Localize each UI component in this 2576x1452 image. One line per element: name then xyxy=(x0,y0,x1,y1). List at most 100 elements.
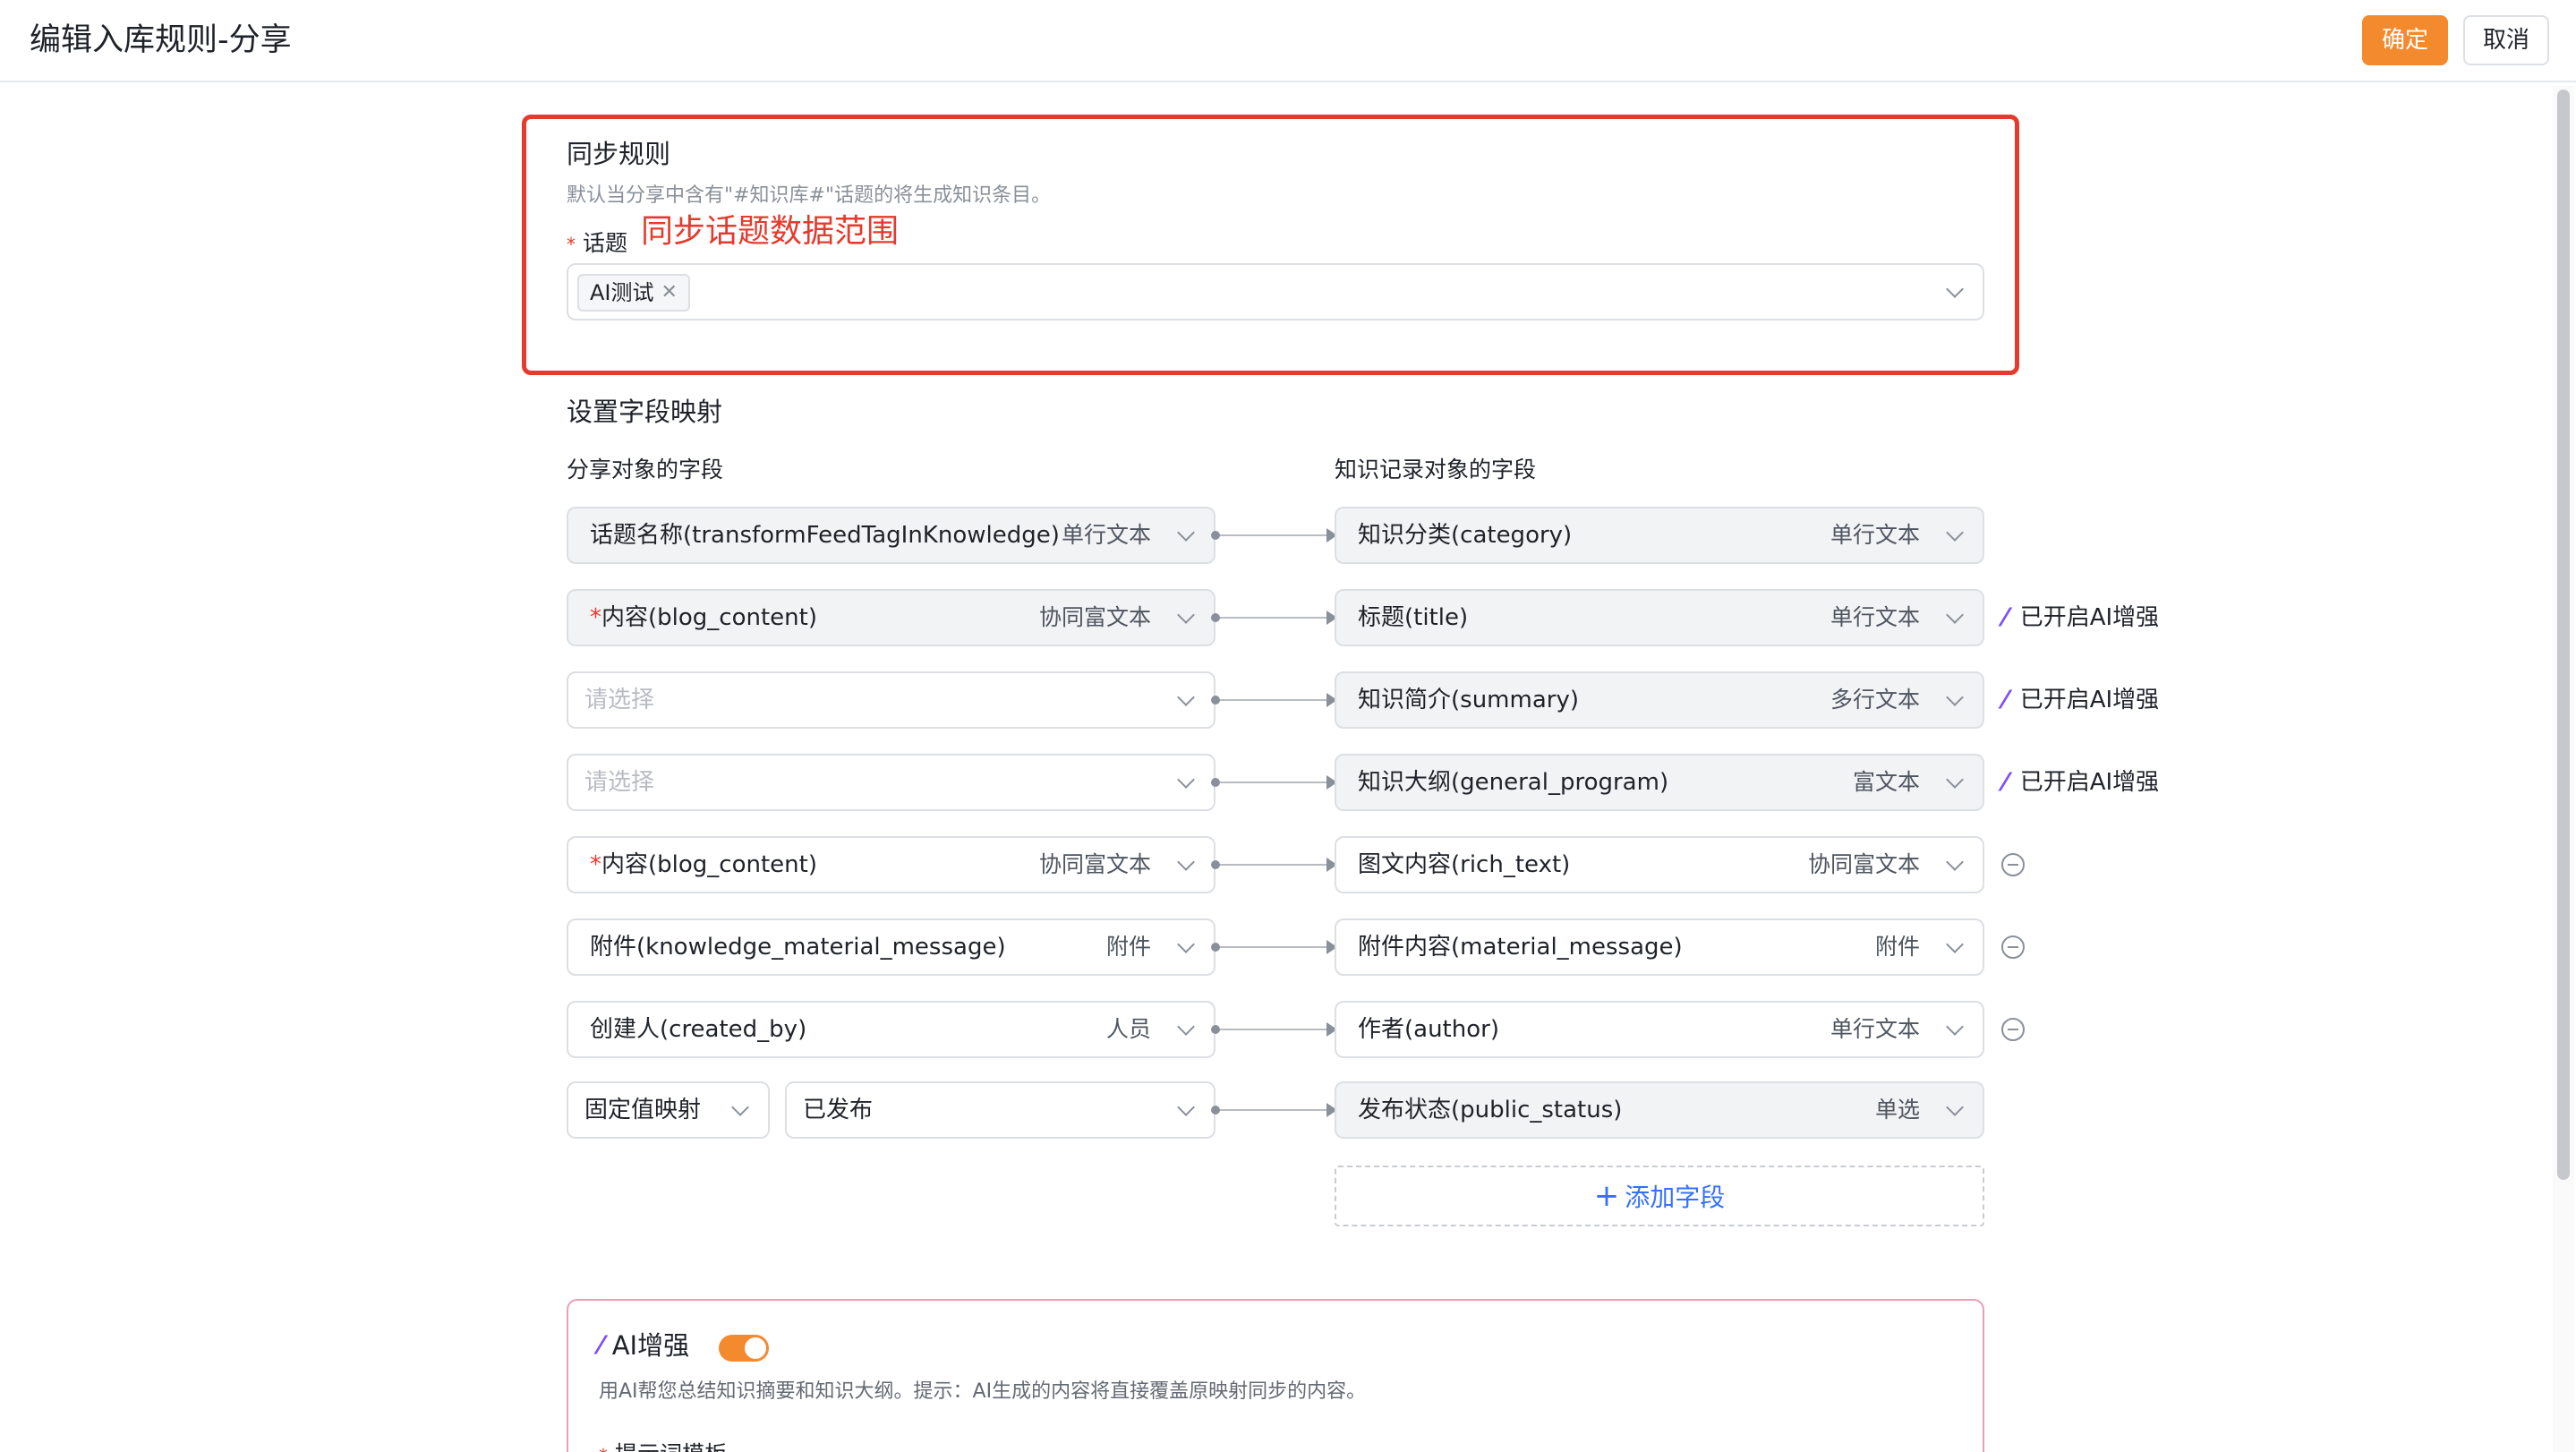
target-field-type: 附件 xyxy=(1874,934,1920,960)
connector-dot xyxy=(1211,860,1220,869)
source-fields-header: 分享对象的字段 xyxy=(567,457,724,483)
connector-dot xyxy=(1211,613,1220,622)
mapping-connector xyxy=(1211,693,1337,707)
target-field-type: 富文本 xyxy=(1852,769,1920,795)
chevron-down-icon xyxy=(1177,606,1195,624)
topic-tag: AI测试 ✕ xyxy=(577,274,690,312)
connector-dot xyxy=(1211,531,1220,540)
mapping-mode-select[interactable]: 固定值映射 xyxy=(567,1081,770,1139)
ai-sparkle-icon: ⁄ xyxy=(2003,767,2008,797)
chevron-down-icon xyxy=(1177,853,1195,871)
topic-select[interactable]: AI测试 ✕ xyxy=(567,263,1984,320)
target-field-select[interactable]: 图文内容(rich_text) 协同富文本 xyxy=(1335,836,1984,893)
ai-enhance-title: ⁄ AI增强 xyxy=(599,1328,689,1363)
topic-annotation: 同步话题数据范围 xyxy=(641,213,900,250)
target-field-name: 知识大纲(general_program) xyxy=(1358,769,1669,796)
ai-enhanced-note: ⁄ 已开启AI增强 xyxy=(2003,764,2159,800)
fixed-value-select[interactable]: 已发布 xyxy=(785,1081,1215,1139)
source-field-type: 单行文本 xyxy=(1061,522,1151,548)
target-field-select[interactable]: 附件内容(material_message) 附件 xyxy=(1335,918,1984,976)
required-mark: * xyxy=(567,234,576,255)
required-mark: * xyxy=(590,604,601,631)
ai-enhance-toggle[interactable] xyxy=(719,1335,769,1362)
remove-row-icon[interactable] xyxy=(2001,935,2025,959)
target-field-type: 多行文本 xyxy=(1830,687,1920,713)
required-mark: * xyxy=(599,1445,608,1452)
ai-enhance-description: 用AI帮您总结知识摘要和知识大纲。提示：AI生成的内容将直接覆盖原映射同步的内容… xyxy=(599,1380,1367,1403)
ai-enhanced-text: 已开启AI增强 xyxy=(2019,769,2160,796)
confirm-button[interactable]: 确定 xyxy=(2362,15,2448,65)
prompt-template-label-text: 提示词模板 xyxy=(615,1441,727,1452)
source-field-name: 话题名称(transformFeedTagInKnowledge) xyxy=(590,508,1060,562)
source-field-select[interactable]: *内容(blog_content) 协同富文本 xyxy=(567,589,1215,646)
target-field-select[interactable]: 作者(author) 单行文本 xyxy=(1335,1001,1984,1058)
source-field-name-text: 附件(knowledge_material_message) xyxy=(590,934,1006,961)
chevron-down-icon xyxy=(1946,688,1964,706)
target-field-name: 知识简介(summary) xyxy=(1358,687,1579,713)
target-field-select[interactable]: 标题(title) 单行文本 xyxy=(1335,589,1984,646)
source-field-name-text: 创建人(created_by) xyxy=(590,1016,807,1043)
page-title: 编辑入库规则-分享 xyxy=(30,22,292,58)
target-field-name: 发布状态(public_status) xyxy=(1358,1097,1623,1123)
target-field-type: 单行文本 xyxy=(1830,604,1920,630)
chevron-down-icon xyxy=(1177,688,1195,706)
topic-label: * 话题 xyxy=(567,227,627,261)
target-field-name: 作者(author) xyxy=(1358,1016,1499,1043)
topic-tag-label: AI测试 xyxy=(590,280,654,305)
ai-enhanced-note: ⁄ 已开启AI增强 xyxy=(2003,682,2159,718)
scrollbar-thumb[interactable] xyxy=(2557,90,2570,1180)
chevron-down-icon xyxy=(1946,935,1964,953)
mapping-connector xyxy=(1211,940,1337,954)
remove-row-icon[interactable] xyxy=(2001,853,2025,876)
chevron-down-icon xyxy=(1946,1098,1964,1116)
target-field-name: 标题(title) xyxy=(1358,604,1469,631)
target-field-select[interactable]: 知识简介(summary) 多行文本 xyxy=(1335,671,1984,729)
source-field-name-text: 内容(blog_content) xyxy=(601,851,817,878)
ai-sparkle-icon: ⁄ xyxy=(2003,602,2008,632)
prompt-template-label: * 提示词模板 xyxy=(599,1439,727,1452)
chevron-down-icon xyxy=(1946,524,1964,542)
source-field-select[interactable]: 请选择 xyxy=(567,671,1215,729)
chevron-down-icon xyxy=(1177,935,1195,953)
source-field-type: 协同富文本 xyxy=(1038,604,1151,630)
source-field-select[interactable]: 请选择 xyxy=(567,754,1215,811)
required-mark: * xyxy=(590,851,601,878)
target-field-select[interactable]: 知识大纲(general_program) 富文本 xyxy=(1335,754,1984,811)
chevron-down-icon xyxy=(1177,1098,1195,1116)
add-field-button[interactable]: + 添加字段 xyxy=(1335,1166,1984,1226)
cancel-button[interactable]: 取消 xyxy=(2463,15,2549,65)
source-field-select[interactable]: 附件(knowledge_material_message) 附件 xyxy=(567,918,1215,976)
mapping-connector xyxy=(1211,775,1337,790)
source-field-select[interactable]: *内容(blog_content) 协同富文本 xyxy=(567,836,1215,893)
source-field-type: 协同富文本 xyxy=(1038,851,1151,877)
source-field-name: *内容(blog_content) xyxy=(590,838,817,892)
plus-icon: + xyxy=(1593,1178,1620,1214)
chevron-down-icon xyxy=(1946,606,1964,624)
chevron-down-icon xyxy=(1946,1018,1964,1036)
ai-sparkle-icon: ⁄ xyxy=(2003,685,2008,714)
source-field-placeholder: 请选择 xyxy=(584,687,655,713)
tag-close-icon[interactable]: ✕ xyxy=(661,276,678,310)
source-field-name-text: 内容(blog_content) xyxy=(601,604,817,631)
remove-row-icon[interactable] xyxy=(2001,1018,2025,1041)
add-field-label: 添加字段 xyxy=(1625,1183,1726,1212)
source-field-name: *内容(blog_content) xyxy=(590,591,817,645)
chevron-down-icon xyxy=(1177,1018,1195,1036)
ai-enhance-title-text: AI增强 xyxy=(611,1330,690,1361)
connector-dot xyxy=(1211,778,1220,787)
connector-dot xyxy=(1211,1025,1220,1034)
mapping-connector xyxy=(1211,528,1337,542)
connector-dot xyxy=(1211,943,1220,952)
ai-enhanced-note: ⁄ 已开启AI增强 xyxy=(2003,600,2159,636)
source-field-select[interactable]: 话题名称(transformFeedTagInKnowledge) 单行文本 xyxy=(567,507,1215,564)
target-field-type: 单选 xyxy=(1874,1097,1920,1123)
target-field-select[interactable]: 知识分类(category) 单行文本 xyxy=(1335,507,1984,564)
mapping-connector xyxy=(1211,858,1337,872)
sync-rule-description: 默认当分享中含有"#知识库#"话题的将生成知识条目。 xyxy=(567,184,1052,207)
mapping-connector xyxy=(1211,1103,1337,1117)
target-field-select[interactable]: 发布状态(public_status) 单选 xyxy=(1335,1081,1984,1139)
sync-rule-title: 同步规则 xyxy=(567,139,671,169)
source-field-select[interactable]: 创建人(created_by) 人员 xyxy=(567,1001,1215,1058)
mapping-connector xyxy=(1211,1022,1337,1037)
chevron-down-icon xyxy=(1946,853,1964,871)
